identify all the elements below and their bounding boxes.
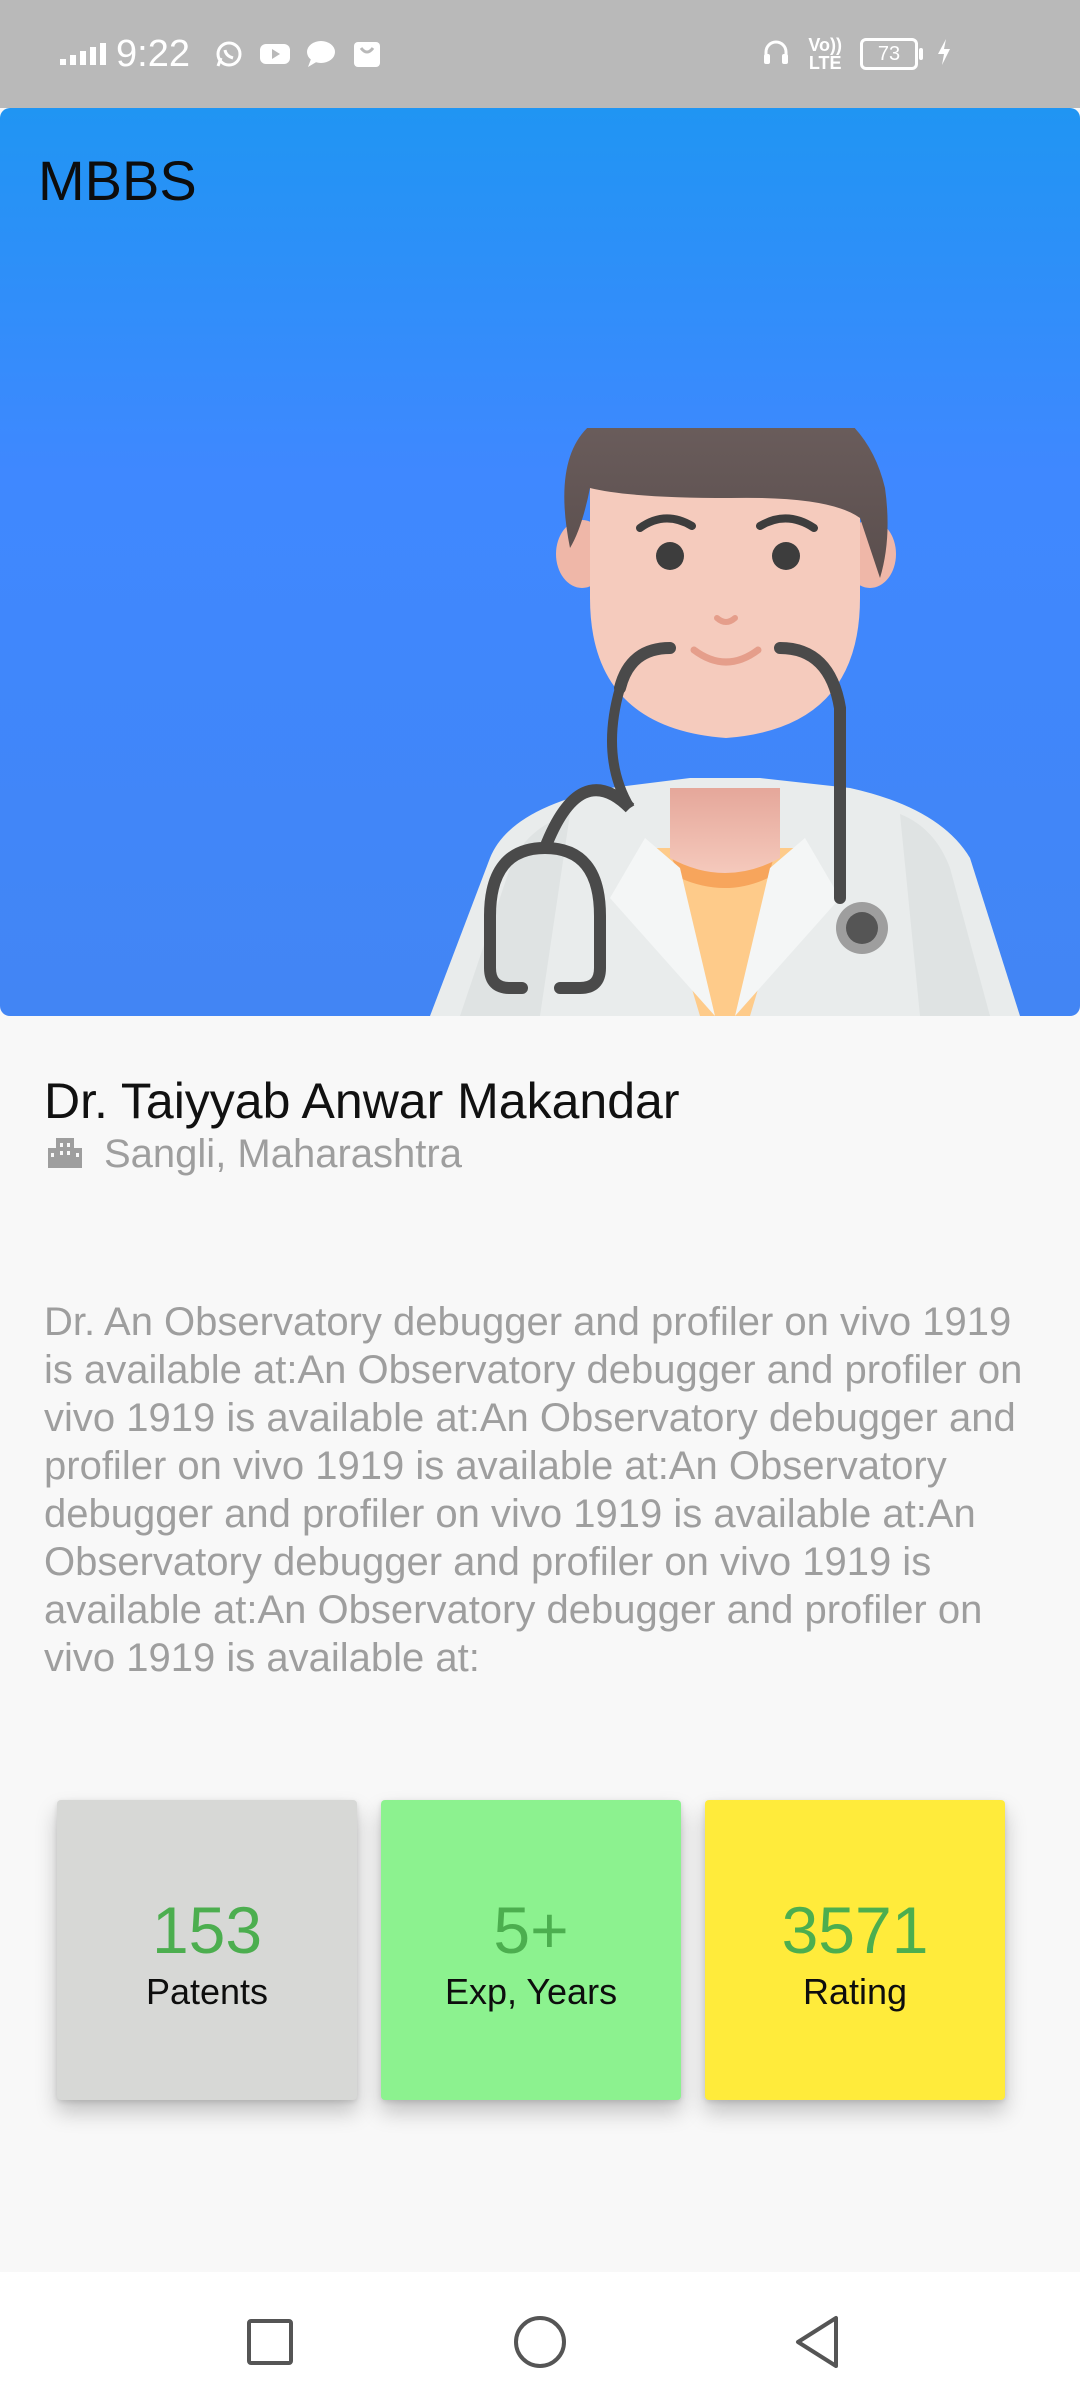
stat-value: 153	[151, 1893, 263, 1967]
battery-icon: 73	[860, 38, 923, 70]
home-circle-icon[interactable]	[510, 2312, 570, 2372]
doctor-location: Sangli, Maharashtra	[104, 1132, 462, 1176]
whatsapp-icon	[212, 39, 246, 69]
status-time: 9:22	[116, 32, 190, 75]
charging-icon	[936, 38, 952, 71]
recents-square-icon[interactable]	[240, 2312, 300, 2372]
stat-value: 5+	[493, 1893, 569, 1967]
doctor-name: Dr. Taiyyab Anwar Makandar	[44, 1073, 680, 1129]
signal-strength-icon	[60, 43, 106, 65]
stat-value: 3571	[781, 1893, 929, 1967]
building-icon	[48, 1134, 82, 1175]
hero-banner: MBBS	[0, 108, 1080, 1016]
stat-card-experience: 5+ Exp, Years	[381, 1800, 681, 2100]
system-nav-bar	[0, 2272, 1080, 2400]
stat-label: Exp, Years	[444, 1971, 618, 2012]
page-title: MBBS	[38, 149, 197, 212]
doctor-description: Dr. An Observatory debugger and profiler…	[44, 1300, 1023, 1680]
stat-card-rating: 3571 Rating	[705, 1800, 1005, 2100]
stat-card-patents: 153 Patents	[57, 1800, 357, 2100]
shopping-bag-icon	[350, 39, 384, 69]
status-bar: 9:22 Vo)) LTE 73	[0, 0, 1080, 108]
stat-label: Rating	[802, 1971, 908, 2012]
message-icon	[304, 39, 338, 69]
headphones-icon	[762, 38, 790, 71]
stat-label: Patents	[145, 1971, 269, 2012]
location-row: Sangli, Maharashtra	[48, 1132, 462, 1177]
youtube-icon	[258, 39, 292, 69]
stats-row: 153 Patents 5+ Exp, Years 3571 Rating	[57, 1800, 1005, 2100]
volte-indicator: Vo)) LTE	[808, 35, 842, 73]
doctor-avatar-illustration	[430, 428, 1020, 1016]
back-triangle-icon[interactable]	[790, 2312, 850, 2372]
